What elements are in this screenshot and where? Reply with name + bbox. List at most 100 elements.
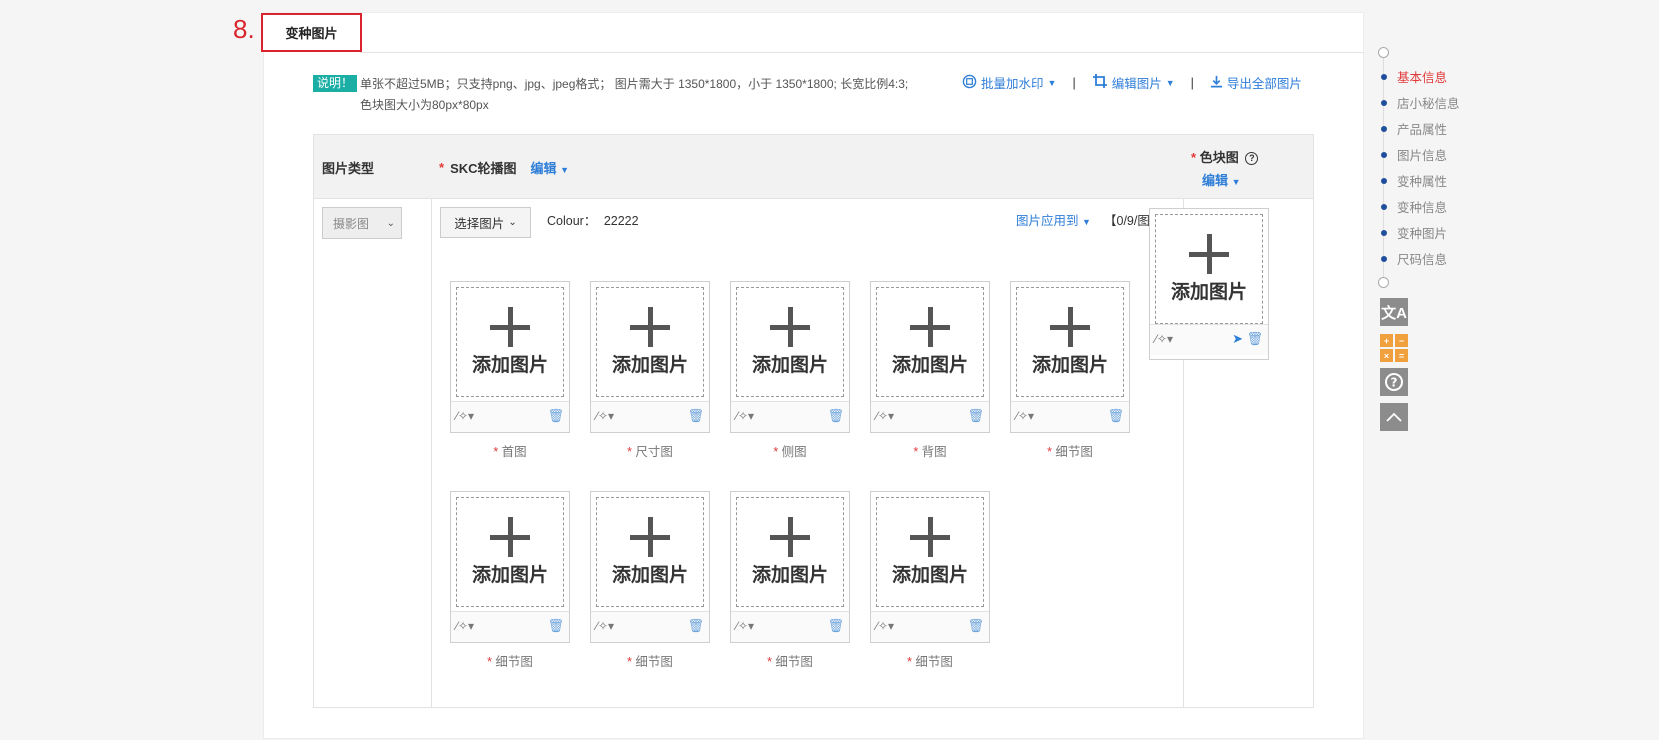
image-slot-label: * 尺寸图 bbox=[627, 445, 673, 459]
image-card[interactable]: 添加图片 ⁄✧▾ 🗑 bbox=[730, 491, 850, 643]
trash-icon[interactable]: 🗑 bbox=[967, 618, 984, 634]
trash-icon[interactable]: 🗑 bbox=[547, 618, 564, 634]
nav-item[interactable]: 变种图片 bbox=[1381, 223, 1447, 242]
add-image-dropzone[interactable]: 添加图片 bbox=[456, 287, 564, 397]
col-header-skc-label: SKC轮播图 bbox=[450, 161, 517, 176]
image-actions: 批量加水印 ▼ | 编辑图片 ▼ | 导出全部图片 bbox=[962, 73, 1302, 92]
image-slot-label: * 细节图 bbox=[627, 655, 673, 669]
card-toolbar: ⁄✧▾ ➤ 🗑 bbox=[1150, 324, 1268, 355]
add-image-dropzone[interactable]: 添加图片 bbox=[1016, 287, 1124, 397]
section-tab-title[interactable]: 变种图片 bbox=[261, 13, 362, 52]
magic-wand-icon[interactable]: ⁄✧▾ bbox=[1016, 409, 1034, 423]
required-mark: * bbox=[1191, 150, 1197, 165]
trash-icon[interactable]: 🗑 bbox=[1107, 408, 1124, 424]
add-image-dropzone[interactable]: 添加图片 bbox=[456, 497, 564, 607]
magic-wand-icon[interactable]: ⁄✧▾ bbox=[596, 619, 614, 633]
nav-item[interactable]: 变种属性 bbox=[1381, 171, 1447, 190]
colour-value: 22222 bbox=[603, 214, 639, 228]
divider: | bbox=[1190, 75, 1194, 90]
image-card[interactable]: 添加图片 ⁄✧▾ 🗑 bbox=[870, 491, 990, 643]
plus-icon bbox=[630, 307, 670, 347]
image-slot-label: * 细节图 bbox=[487, 655, 533, 669]
magic-wand-icon[interactable]: ⁄✧▾ bbox=[596, 409, 614, 423]
help-icon[interactable]: ? bbox=[1380, 368, 1408, 396]
image-card[interactable]: 添加图片 ⁄✧▾ 🗑 bbox=[450, 281, 570, 433]
image-slot-label: * 首图 bbox=[493, 445, 527, 459]
card-toolbar: ⁄✧▾ 🗑 bbox=[591, 611, 709, 642]
nav-item[interactable]: 产品属性 bbox=[1381, 119, 1447, 138]
chevron-down-icon: ⌄ bbox=[508, 217, 517, 228]
magic-wand-icon[interactable]: ⁄✧▾ bbox=[1155, 332, 1173, 346]
trash-icon[interactable]: 🗑 bbox=[547, 408, 564, 424]
send-icon[interactable]: ➤ bbox=[1232, 331, 1243, 347]
nav-item[interactable]: 店小秘信息 bbox=[1381, 93, 1460, 112]
tab-underline bbox=[360, 52, 1364, 53]
magic-wand-icon[interactable]: ⁄✧▾ bbox=[736, 409, 754, 423]
edit-image-button[interactable]: 编辑图片 ▼ bbox=[1092, 73, 1175, 92]
scroll-top-icon[interactable] bbox=[1380, 403, 1408, 431]
plus-icon bbox=[630, 517, 670, 557]
image-card[interactable]: 添加图片 ⁄✧▾ 🗑 bbox=[590, 281, 710, 433]
image-card[interactable]: 添加图片 ⁄✧▾ 🗑 bbox=[870, 281, 990, 433]
magic-wand-icon[interactable]: ⁄✧▾ bbox=[876, 619, 894, 633]
card-toolbar: ⁄✧▾ 🗑 bbox=[1011, 401, 1129, 432]
step-number: 8. bbox=[233, 14, 255, 44]
add-image-dropzone[interactable]: 添加图片 bbox=[736, 497, 844, 607]
chevron-down-icon: ▼ bbox=[1165, 77, 1175, 88]
add-image-dropzone[interactable]: 添加图片 bbox=[876, 287, 984, 397]
nav-end-circle bbox=[1378, 277, 1389, 288]
image-card[interactable]: 添加图片 ⁄✧▾ 🗑 bbox=[1010, 281, 1130, 433]
trash-icon[interactable]: 🗑 bbox=[827, 618, 844, 634]
nav-item[interactable]: 尺码信息 bbox=[1381, 249, 1447, 268]
image-card[interactable]: 添加图片 ⁄✧▾ 🗑 bbox=[590, 491, 710, 643]
plus-icon bbox=[490, 517, 530, 557]
skc-edit-dropdown[interactable]: 编辑 ▼ bbox=[531, 158, 570, 177]
col-header-color-label: 色块图 bbox=[1199, 150, 1239, 165]
help-icon[interactable]: ? bbox=[1245, 152, 1259, 166]
plus-icon bbox=[1050, 307, 1090, 347]
add-image-dropzone[interactable]: 添加图片 bbox=[1155, 214, 1263, 324]
col-header-skc: * SKC轮播图 编辑 ▼ bbox=[439, 158, 569, 177]
add-image-dropzone[interactable]: 添加图片 bbox=[736, 287, 844, 397]
nav-dot bbox=[1381, 151, 1387, 158]
trash-icon[interactable]: 🗑 bbox=[687, 408, 704, 424]
add-image-label: 添加图片 bbox=[1170, 282, 1247, 303]
watermark-icon bbox=[962, 74, 977, 92]
note-line-1: 单张不超过5MB；只支持png、jpg、jpeg格式； 图片需大于 1350*1… bbox=[360, 77, 909, 91]
magic-wand-icon[interactable]: ⁄✧▾ bbox=[876, 409, 894, 423]
add-image-dropzone[interactable]: 添加图片 bbox=[876, 497, 984, 607]
nav-item[interactable]: 基本信息 bbox=[1381, 67, 1447, 86]
add-image-label: 添加图片 bbox=[751, 355, 828, 376]
add-image-label: 添加图片 bbox=[1031, 355, 1108, 376]
batch-watermark-button[interactable]: 批量加水印 ▼ bbox=[962, 73, 1056, 92]
color-edit-dropdown[interactable]: 编辑 ▼ bbox=[1202, 170, 1241, 189]
divider: | bbox=[1072, 75, 1076, 90]
image-table: 图片类型 * SKC轮播图 编辑 ▼ * 色块图 ? 编辑 ▼ 摄影图 ⌄ 选择… bbox=[313, 134, 1314, 708]
calculator-icon[interactable]: + − × = bbox=[1380, 334, 1408, 362]
magic-wand-icon[interactable]: ⁄✧▾ bbox=[456, 409, 474, 423]
magic-wand-icon[interactable]: ⁄✧▾ bbox=[456, 619, 474, 633]
plus-icon bbox=[770, 307, 810, 347]
trash-icon[interactable]: 🗑 bbox=[1246, 331, 1263, 347]
trash-icon[interactable]: 🗑 bbox=[687, 618, 704, 634]
crop-icon bbox=[1092, 73, 1108, 92]
download-icon bbox=[1210, 75, 1223, 91]
nav-start-circle bbox=[1378, 47, 1389, 58]
export-all-images-button[interactable]: 导出全部图片 bbox=[1210, 73, 1302, 92]
image-card[interactable]: 添加图片 ⁄✧▾ 🗑 bbox=[730, 281, 850, 433]
export-all-label: 导出全部图片 bbox=[1226, 77, 1302, 91]
nav-item[interactable]: 变种信息 bbox=[1381, 197, 1447, 216]
column-divider bbox=[431, 199, 432, 707]
add-image-dropzone[interactable]: 添加图片 bbox=[596, 497, 704, 607]
select-image-button[interactable]: 选择图片 ⌄ bbox=[440, 207, 531, 238]
color-block-card[interactable]: 添加图片 ⁄✧▾ ➤ 🗑 bbox=[1149, 208, 1269, 360]
translate-icon[interactable]: 文A bbox=[1380, 298, 1408, 326]
image-type-select[interactable]: 摄影图 ⌄ bbox=[322, 207, 402, 239]
image-card[interactable]: 添加图片 ⁄✧▾ 🗑 bbox=[450, 491, 570, 643]
add-image-dropzone[interactable]: 添加图片 bbox=[596, 287, 704, 397]
magic-wand-icon[interactable]: ⁄✧▾ bbox=[736, 619, 754, 633]
trash-icon[interactable]: 🗑 bbox=[827, 408, 844, 424]
trash-icon[interactable]: 🗑 bbox=[967, 408, 984, 424]
nav-item[interactable]: 图片信息 bbox=[1381, 145, 1447, 164]
apply-to-dropdown[interactable]: 图片应用到 ▼ bbox=[1016, 210, 1091, 229]
